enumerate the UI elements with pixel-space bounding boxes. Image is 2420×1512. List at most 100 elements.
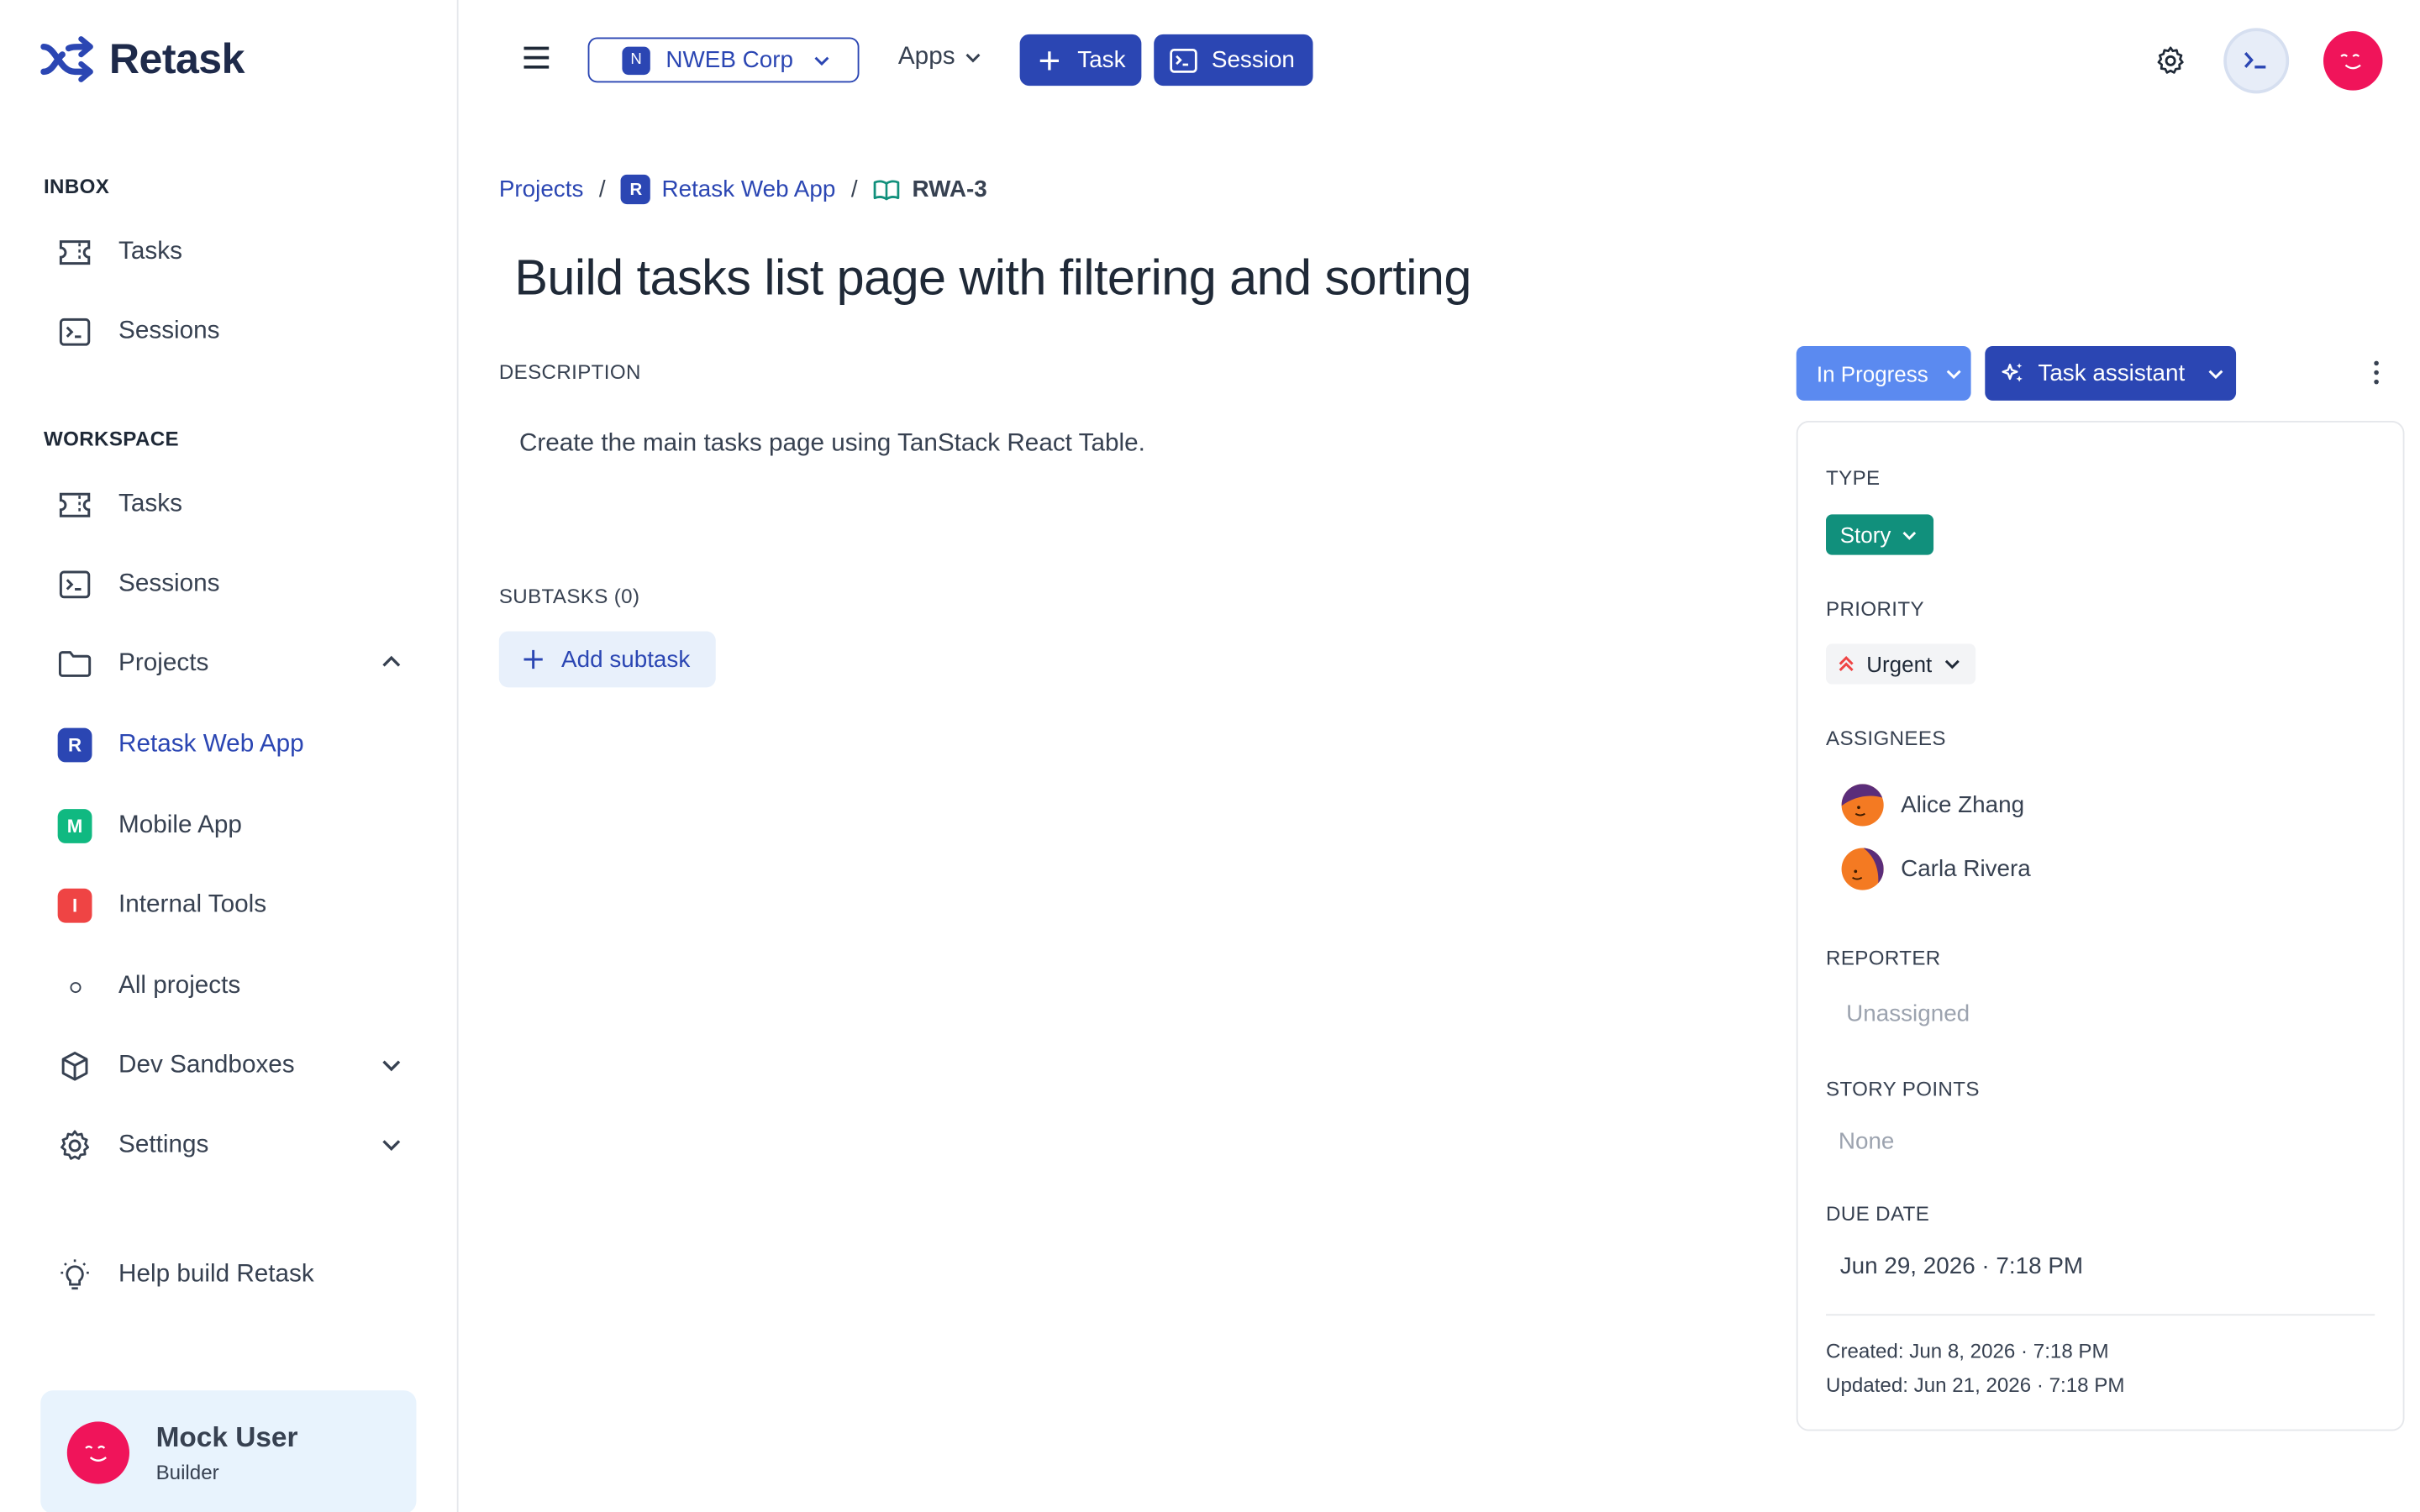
sidebar-item-projects[interactable]: Projects [56,633,408,695]
description-text[interactable]: Create the main tasks page using TanStac… [519,430,1145,458]
circle-icon [56,968,94,1005]
status-dropdown[interactable]: In Progress [1796,345,1971,401]
sidebar-item-label: Retask Web App [118,731,304,758]
chevron-down-icon [1944,364,1962,382]
chevron-down-icon [812,50,830,69]
more-options-icon[interactable] [2367,359,2386,386]
add-subtask-label: Add subtask [561,646,691,673]
user-avatar-button[interactable] [2323,31,2383,91]
apps-menu[interactable]: Apps [898,44,983,71]
menu-icon[interactable] [521,44,552,71]
details-panel: TYPE Story PRIORITY Urgent ASSIGNEES Ali… [1796,421,2405,1431]
chevron-down-icon [1943,654,1961,673]
logo-icon [40,34,97,84]
chevron-down-icon [965,49,983,67]
type-dropdown[interactable]: Story [1826,514,1934,555]
sidebar-item-label: Tasks [118,491,182,518]
assignees-label: ASSIGNEES [1826,726,1946,750]
topbar: N NWEB Corp Apps Task Session [459,0,2420,122]
sidebar-item-label: Projects [118,649,209,677]
sidebar-item-inbox-tasks[interactable]: Tasks [56,222,408,284]
org-selector[interactable]: N NWEB Corp [587,37,860,83]
breadcrumb-separator: / [850,176,858,203]
chevron-down-icon [1901,526,1918,543]
cube-icon [56,1047,94,1085]
assignee-name: Alice Zhang [1901,791,2025,819]
sidebar-item-project-internal-tools[interactable]: I Internal Tools [56,874,408,937]
sidebar-item-sessions[interactable]: Sessions [56,554,408,616]
sidebar-item-label: Tasks [118,238,182,265]
new-task-button[interactable]: Task [1019,34,1142,87]
avatar [1841,848,1884,890]
prompt-icon [2244,51,2269,70]
terminal-icon [1170,48,1197,73]
terminal-icon [56,313,94,351]
chevron-down-icon [2207,364,2225,382]
reporter-label: REPORTER [1826,946,1941,970]
assignee-item[interactable]: Alice Zhang [1841,784,2025,827]
chevron-down-icon[interactable] [381,1133,402,1155]
page-title[interactable]: Build tasks list page with filtering and… [514,249,1471,307]
settings-gear-icon[interactable] [2155,45,2186,76]
sidebar-item-tasks[interactable]: Tasks [56,474,408,536]
sidebar-item-help[interactable]: Help build Retask [56,1244,408,1306]
chevron-down-icon[interactable] [381,1053,402,1075]
type-value: Story [1839,522,1891,548]
user-role: Builder [155,1459,219,1483]
sidebar-item-all-projects[interactable]: All projects [56,956,408,1018]
assignee-item[interactable]: Carla Rivera [1841,848,2031,890]
description-label: DESCRIPTION [498,360,641,384]
new-session-button[interactable]: Session [1154,34,1313,87]
sidebar-item-label: Sessions [118,570,220,597]
project-badge: M [57,809,92,843]
logo-text: Retask [108,34,245,82]
folder-icon [56,645,94,683]
assignee-name: Carla Rivera [1901,855,2031,883]
breadcrumb-issue-key: RWA-3 [912,176,987,203]
updated-timestamp: Updated: Jun 21, 2026 · 7:18 PM [1826,1373,2125,1397]
sidebar-item-settings[interactable]: Settings [56,1115,408,1177]
task-assistant-button[interactable]: Task assistant [1985,345,2237,401]
sidebar-item-label: Sessions [118,318,220,345]
breadcrumb: Projects / R Retask Web App / RWA-3 [499,174,987,205]
sidebar-item-dev-sandboxes[interactable]: Dev Sandboxes [56,1035,408,1097]
sparkles-icon [2001,361,2026,386]
due-date-label: DUE DATE [1826,1201,1930,1226]
ticket-icon [56,234,94,271]
sidebar-item-label: Internal Tools [118,891,267,919]
breadcrumb-project-link[interactable]: Retask Web App [661,176,835,203]
terminal-icon [56,566,94,604]
workspace-section-label: WORKSPACE [43,427,180,451]
priority-dropdown[interactable]: Urgent [1826,643,1976,685]
new-task-label: Task [1077,46,1126,74]
breadcrumb-projects-link[interactable]: Projects [499,176,584,203]
chevron-up-icon[interactable] [381,652,402,674]
sidebar-item-inbox-sessions[interactable]: Sessions [56,301,408,363]
sidebar-item-label: All projects [118,972,241,1000]
subtasks-label: SUBTASKS (0) [498,584,640,608]
sidebar-item-label: Settings [118,1131,209,1158]
ticket-icon [56,486,94,524]
story-points-value[interactable]: None [1839,1129,1895,1156]
sidebar: Retask INBOX Tasks Sessions WORKSPACE Ta… [0,0,459,1512]
new-session-label: Session [1211,46,1295,74]
lightbulb-icon [56,1257,94,1294]
retask-logo[interactable]: Retask [40,34,245,84]
terminal-toggle-button[interactable] [2223,28,2290,94]
project-badge: R [621,174,651,205]
sidebar-item-project-retask-web-app[interactable]: R Retask Web App [56,714,408,776]
plus-icon [523,648,544,670]
created-timestamp: Created: Jun 8, 2026 · 7:18 PM [1826,1339,2109,1362]
reporter-value[interactable]: Unassigned [1846,1000,1970,1027]
add-subtask-button[interactable]: Add subtask [498,631,716,688]
book-icon [873,178,900,200]
inbox-section-label: INBOX [43,174,110,198]
project-badge: I [57,888,92,923]
plus-icon [1037,48,1062,73]
avatar [1841,784,1884,827]
divider [1826,1314,2375,1316]
sidebar-item-project-mobile-app[interactable]: M Mobile App [56,795,408,857]
sidebar-item-label: Help build Retask [118,1261,314,1288]
user-card[interactable]: Mock User Builder [40,1390,417,1512]
due-date-value[interactable]: Jun 29, 2026 · 7:18 PM [1840,1253,2083,1280]
